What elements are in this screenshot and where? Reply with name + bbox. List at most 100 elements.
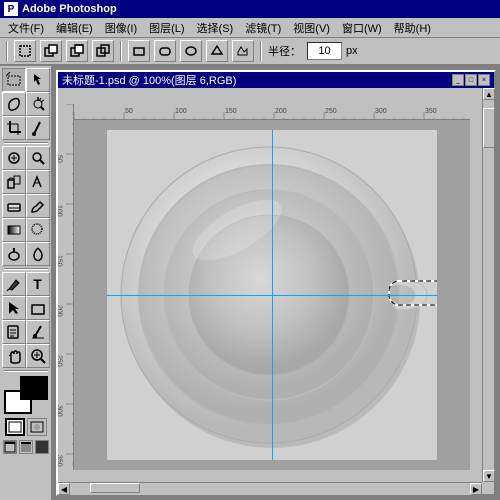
svg-text:50: 50 — [58, 155, 63, 163]
svg-text:250: 250 — [325, 108, 337, 115]
scroll-thumb-h[interactable] — [90, 483, 140, 493]
blur-tool[interactable] — [26, 218, 50, 242]
svg-text:250: 250 — [58, 355, 63, 367]
shape-tool[interactable] — [26, 296, 50, 320]
radius-input[interactable] — [307, 42, 342, 60]
healing-group — [2, 146, 50, 170]
quick-mask-mode-btn[interactable] — [27, 418, 47, 436]
type-tool[interactable]: T — [26, 272, 50, 296]
zoom-tool[interactable] — [26, 344, 50, 368]
magic-wand-tool[interactable] — [26, 92, 50, 116]
polygon-btn[interactable] — [206, 40, 228, 62]
menu-item-e[interactable]: 编辑(E) — [50, 18, 99, 38]
eraser-group — [2, 194, 50, 218]
vertical-guide — [272, 130, 273, 460]
scroll-down-btn[interactable]: ▼ — [483, 470, 495, 482]
scroll-left-btn[interactable]: ◀ — [58, 483, 70, 495]
view-group — [2, 344, 50, 368]
svg-text:200: 200 — [58, 305, 63, 317]
pen-tool[interactable] — [2, 272, 26, 296]
scroll-right-btn[interactable]: ▶ — [470, 483, 482, 495]
radius-label: 半径： — [268, 43, 301, 59]
full-screen-menu-btn[interactable] — [19, 440, 33, 454]
ruler-vertical: 50100150200250300350400450 — [58, 104, 74, 470]
hand-tool[interactable] — [2, 344, 26, 368]
clone-stamp-tool[interactable] — [2, 170, 26, 194]
brush-tool[interactable] — [26, 146, 50, 170]
path-selection-tool[interactable] — [2, 296, 26, 320]
pen-group: T — [2, 272, 50, 296]
eyedropper-tool2[interactable] — [26, 320, 50, 344]
menu-bar: 文件(F)编辑(E)图像(I)图层(L)选择(S)滤镜(T)视图(V)窗口(W)… — [0, 18, 500, 38]
scrollbar-horizontal[interactable]: ◀ ▶ — [58, 482, 482, 494]
menu-item-w[interactable]: 窗口(W) — [336, 18, 388, 38]
toolbar: T — [0, 66, 52, 500]
gradient-group — [2, 218, 50, 242]
doc-title: 未标题-1.psd @ 100%(图层 6,RGB) — [62, 72, 236, 88]
normal-screen-btn[interactable] — [3, 440, 17, 454]
menu-item-s[interactable]: 选择(S) — [191, 18, 240, 38]
main-area: T — [0, 66, 500, 500]
close-btn[interactable]: × — [478, 74, 490, 86]
doc-window-controls: _ □ × — [452, 74, 490, 86]
full-screen-btn[interactable] — [35, 440, 49, 454]
standard-mode-btn[interactable] — [5, 418, 25, 436]
menu-item-i[interactable]: 图像(I) — [99, 18, 143, 38]
document-window: 未标题-1.psd @ 100%(图层 6,RGB) _ □ × // tick… — [56, 70, 496, 496]
gradient-tool[interactable] — [2, 218, 26, 242]
scroll-track-h — [70, 483, 470, 495]
history-brush-tool[interactable] — [26, 170, 50, 194]
selection-group — [2, 296, 50, 320]
menu-item-h[interactable]: 帮助(H) — [388, 18, 437, 38]
stamp-group — [2, 170, 50, 194]
app-icon: P — [4, 2, 18, 16]
crop-tool[interactable] — [2, 116, 26, 140]
subtract-selection-btn[interactable] — [66, 40, 88, 62]
quick-mask-area — [5, 418, 47, 436]
menu-item-t[interactable]: 滤镜(T) — [239, 18, 287, 38]
canvas-area: 未标题-1.psd @ 100%(图层 6,RGB) _ □ × // tick… — [52, 66, 500, 500]
scroll-up-btn[interactable]: ▲ — [483, 88, 495, 100]
ruler-horizontal: // ticks added by JS below 5010015020025… — [74, 104, 470, 120]
lasso-tool[interactable] — [2, 92, 26, 116]
svg-text:300: 300 — [375, 108, 387, 115]
move-tool[interactable] — [26, 68, 50, 92]
intersect-selection-btn[interactable] — [92, 40, 114, 62]
screen-mode-area — [3, 440, 49, 454]
lasso-group — [2, 92, 50, 116]
options-separator3 — [260, 41, 262, 61]
scroll-thumb-v[interactable] — [483, 108, 495, 148]
svg-text:350: 350 — [425, 108, 437, 115]
options-separator2 — [120, 41, 122, 61]
maximize-btn[interactable]: □ — [465, 74, 477, 86]
color-swatches[interactable] — [4, 376, 48, 414]
scrollbar-vertical[interactable]: ▲ ▼ — [482, 88, 494, 482]
image-canvas — [107, 130, 437, 460]
minimize-btn[interactable]: _ — [452, 74, 464, 86]
menu-item-f[interactable]: 文件(F) — [2, 18, 50, 38]
custom-shape-btn[interactable] — [232, 40, 254, 62]
new-selection-btn[interactable] — [14, 40, 36, 62]
document-content — [74, 120, 470, 470]
paint-bucket-tool[interactable] — [26, 194, 50, 218]
healing-brush-tool[interactable] — [2, 146, 26, 170]
burn-tool[interactable] — [26, 242, 50, 266]
marquee-group — [2, 68, 50, 92]
notes-tool[interactable] — [2, 320, 26, 344]
svg-text:150: 150 — [58, 255, 63, 267]
title-bar: P Adobe Photoshop — [0, 0, 500, 18]
options-separator — [6, 41, 8, 61]
crop-group — [2, 116, 50, 140]
menu-item-v[interactable]: 视图(V) — [287, 18, 336, 38]
eraser-tool[interactable] — [2, 194, 26, 218]
rect-shape-btn[interactable] — [128, 40, 150, 62]
add-selection-btn[interactable] — [40, 40, 62, 62]
rect-marquee-tool[interactable] — [2, 68, 26, 92]
ellipse-btn[interactable] — [180, 40, 202, 62]
eyedropper-tool[interactable] — [26, 116, 50, 140]
svg-text:150: 150 — [225, 108, 237, 115]
rounded-rect-btn[interactable] — [154, 40, 176, 62]
dodge-tool[interactable] — [2, 242, 26, 266]
menu-item-l[interactable]: 图层(L) — [143, 18, 190, 38]
foreground-color[interactable] — [20, 376, 48, 400]
